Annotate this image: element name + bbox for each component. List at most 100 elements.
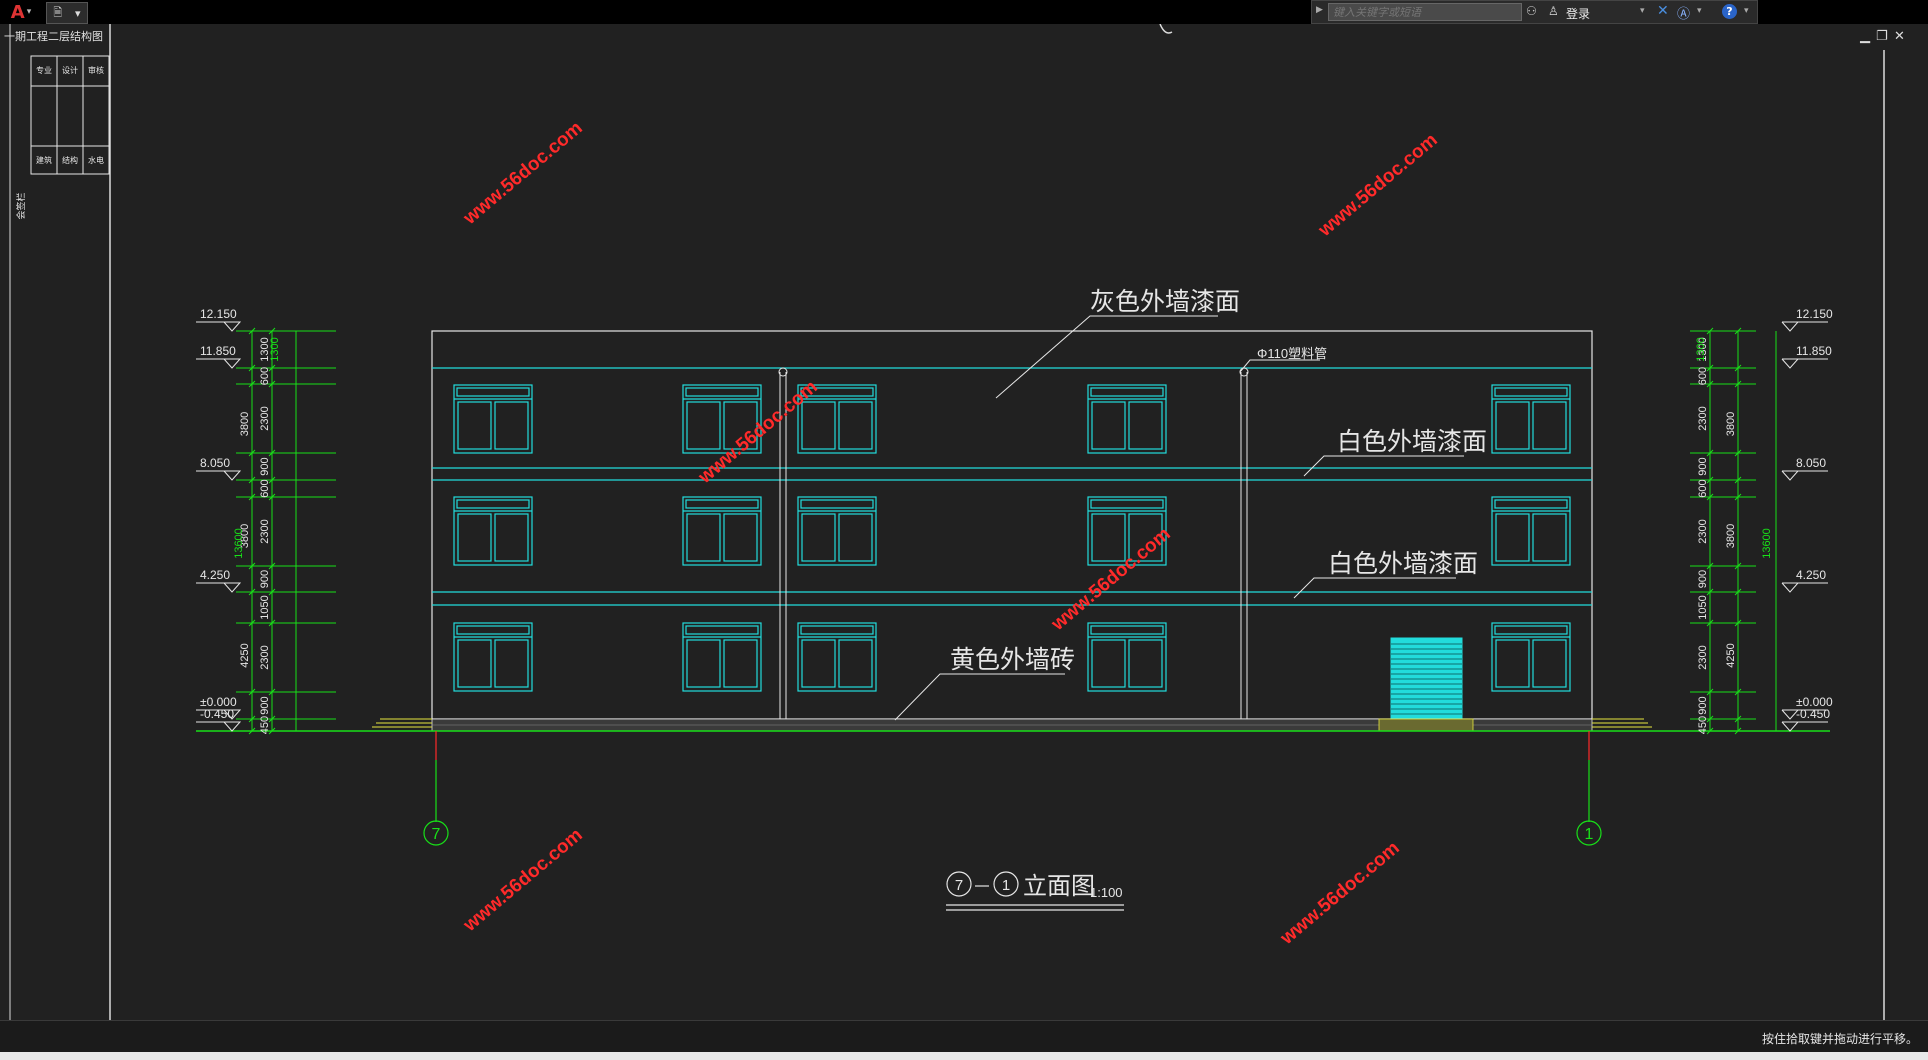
material-note: 白色外墙漆面 bbox=[1328, 550, 1478, 578]
window bbox=[797, 622, 877, 692]
svg-text:4.250: 4.250 bbox=[200, 568, 230, 582]
application-menu-button[interactable]: A ▾ bbox=[0, 0, 42, 24]
dimension-value: 900 bbox=[1697, 457, 1709, 475]
watermark: www.56doc.com bbox=[1047, 524, 1175, 636]
elevation-mark bbox=[1781, 582, 1828, 593]
arc-fragment bbox=[1159, 24, 1173, 34]
table-cell: 专业 bbox=[36, 65, 52, 75]
dimension-value: 1300 bbox=[1695, 337, 1707, 361]
dimension-value: 600 bbox=[1697, 367, 1709, 385]
side-label: 会签栏 bbox=[15, 192, 26, 219]
help-icon[interactable]: ? bbox=[1722, 4, 1737, 19]
elevation-mark bbox=[196, 582, 242, 593]
dimension-value: 2300 bbox=[1697, 406, 1709, 430]
material-note: 黄色外墙砖 bbox=[950, 646, 1075, 674]
svg-text:11.850: 11.850 bbox=[200, 344, 236, 358]
svg-text:12.150: 12.150 bbox=[200, 307, 237, 321]
axis-label: 7 bbox=[432, 826, 441, 843]
window bbox=[1491, 622, 1571, 692]
elevation-mark bbox=[1781, 321, 1828, 332]
exchange-icon[interactable]: ✕ bbox=[1657, 3, 1669, 19]
table-cell: 审核 bbox=[88, 65, 104, 75]
a360-icon[interactable]: Ⓐ bbox=[1677, 3, 1690, 22]
window bbox=[1087, 622, 1167, 692]
window bbox=[682, 622, 762, 692]
dimension-value: 600 bbox=[259, 479, 271, 497]
svg-text:4.250: 4.250 bbox=[1796, 568, 1826, 582]
watermark: www.56doc.com bbox=[459, 825, 587, 937]
window bbox=[453, 384, 533, 454]
chevron-down-icon: ▾ bbox=[26, 7, 32, 17]
watermark: www.56doc.com bbox=[1314, 130, 1442, 242]
svg-text:8.050: 8.050 bbox=[1796, 456, 1826, 470]
pipe-label: Φ110塑料管 bbox=[1257, 346, 1327, 361]
dimension-value: 3800 bbox=[1725, 412, 1737, 436]
window bbox=[1491, 496, 1571, 566]
search-input[interactable] bbox=[1328, 3, 1522, 21]
dimension-value: 900 bbox=[1697, 570, 1709, 588]
dimension-value: 3800 bbox=[1725, 524, 1737, 548]
dimension-value: 2300 bbox=[259, 406, 271, 430]
elevation-mark bbox=[196, 470, 242, 481]
dimension-value: 2300 bbox=[259, 645, 271, 669]
dimension-value: 450 bbox=[259, 716, 271, 734]
svg-text:12.150: 12.150 bbox=[1796, 307, 1833, 321]
elevation-mark bbox=[196, 721, 242, 732]
window bbox=[1491, 384, 1571, 454]
svg-text:7: 7 bbox=[955, 877, 963, 894]
status-message: 按住拾取键并拖动进行平移。 bbox=[1761, 1032, 1918, 1046]
expand-arrow-icon[interactable]: ▶ bbox=[1316, 5, 1323, 15]
dimension-value: 600 bbox=[1697, 479, 1709, 497]
axis-label: 1 bbox=[1585, 826, 1594, 843]
login-button[interactable]: 登录 bbox=[1566, 5, 1590, 22]
dimension-total: 13600 bbox=[233, 528, 245, 559]
window bbox=[453, 496, 533, 566]
status-bar: 按住拾取键并拖动进行平移。 bbox=[0, 1020, 1928, 1053]
dimension-value: 450 bbox=[1697, 716, 1709, 734]
table-cell: 结构 bbox=[62, 155, 78, 165]
material-note: 灰色外墙漆面 bbox=[1090, 288, 1240, 316]
dimension-value: 900 bbox=[259, 570, 271, 588]
dimension-value: 4250 bbox=[239, 643, 251, 667]
chevron-down-icon[interactable]: ▾ bbox=[75, 7, 81, 20]
quick-access-toolbar[interactable]: 🗎 ▾ bbox=[46, 2, 88, 24]
drawing-title: 7 1 立面图 1:100 bbox=[946, 871, 1124, 911]
elevation-mark bbox=[1781, 470, 1828, 481]
dimension-value: 3800 bbox=[239, 412, 251, 436]
watermark: www.56doc.com bbox=[459, 118, 587, 230]
save-icon[interactable]: 🗎 bbox=[53, 4, 62, 23]
drawing-canvas[interactable]: 专业 设计 审核 建筑 结构 水电 会签栏 7 1 7 1 立面图 1:100 … bbox=[0, 24, 1928, 1020]
title-bar: A▾ 🗎▾ ▶ ⚇ ♙ 登录 ▾ ✕ Ⓐ ▾ ? ▾ bbox=[0, 0, 1928, 24]
window bbox=[797, 496, 877, 566]
elevation-mark bbox=[1781, 721, 1828, 732]
autocad-icon: A bbox=[10, 1, 25, 23]
dimension-total: 13600 bbox=[1761, 528, 1773, 559]
user-icon[interactable]: ♙ bbox=[1548, 4, 1559, 18]
dimension-value: 600 bbox=[259, 367, 271, 385]
window bbox=[453, 622, 533, 692]
dimension-value: 1300 bbox=[269, 337, 281, 361]
svg-text:11.850: 11.850 bbox=[1796, 344, 1832, 358]
dimension-value: 2300 bbox=[259, 519, 271, 543]
dimension-value: 900 bbox=[259, 457, 271, 475]
dimension-value: 1050 bbox=[259, 595, 271, 619]
dimension-value: 2300 bbox=[1697, 519, 1709, 543]
dimension-value: 900 bbox=[1697, 696, 1709, 714]
chevron-down-icon[interactable]: ▾ bbox=[1744, 6, 1749, 16]
dimension-value: 2300 bbox=[1697, 645, 1709, 669]
countersign-table: 专业 设计 审核 建筑 结构 水电 bbox=[30, 55, 110, 175]
binoculars-icon[interactable]: ⚇ bbox=[1526, 4, 1537, 18]
svg-text:1: 1 bbox=[1002, 877, 1010, 894]
scale-text: 1:100 bbox=[1090, 885, 1123, 900]
svg-text:-0.450: -0.450 bbox=[1796, 707, 1830, 721]
chevron-down-icon[interactable]: ▾ bbox=[1697, 6, 1702, 16]
watermark: www.56doc.com bbox=[1276, 838, 1404, 950]
chevron-down-icon[interactable]: ▾ bbox=[1640, 6, 1645, 16]
table-cell: 设计 bbox=[62, 65, 78, 75]
dimension-value: 1050 bbox=[1697, 595, 1709, 619]
elevation-mark bbox=[196, 358, 242, 369]
table-cell: 建筑 bbox=[36, 155, 52, 165]
dimension-value: 900 bbox=[259, 696, 271, 714]
material-note: 白色外墙漆面 bbox=[1337, 428, 1487, 456]
svg-text:8.050: 8.050 bbox=[200, 456, 230, 470]
